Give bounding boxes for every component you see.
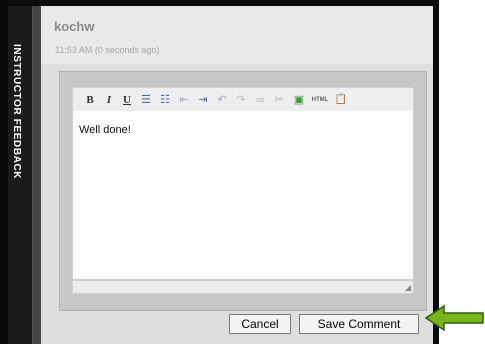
comment-author: kochw: [54, 19, 95, 34]
insert-image-icon[interactable]: ▣: [292, 92, 306, 108]
instructor-feedback-tab[interactable]: INSTRUCTOR FEEDBACK: [8, 6, 33, 344]
frame-right-border: [433, 0, 439, 344]
html-source-icon[interactable]: HTML: [311, 92, 329, 108]
pointer-arrow-icon: [424, 304, 484, 332]
save-comment-button[interactable]: Save Comment: [299, 314, 419, 334]
indent-icon[interactable]: ⇥: [196, 92, 210, 108]
italic-icon[interactable]: I: [102, 92, 116, 108]
undo-icon[interactable]: ↶: [215, 92, 229, 108]
comment-header: kochw 11:53 AM (0 seconds ago): [41, 6, 433, 64]
comment-body-text: Well done!: [79, 124, 131, 136]
bullet-list-icon[interactable]: ☰: [139, 92, 153, 108]
underline-icon[interactable]: U: [120, 92, 134, 108]
comment-text-area[interactable]: Well done!: [72, 111, 414, 280]
rich-text-editor: B I U ☰ ☷ ⇤ ⇥ ↶ ↷ ∞ ✂ ▣ HTML 📋 Well done…: [59, 71, 427, 311]
resize-grip-icon[interactable]: ◢: [405, 284, 411, 292]
bold-icon[interactable]: B: [83, 92, 97, 108]
editor-statusbar: ◢: [72, 280, 414, 294]
outdent-icon[interactable]: ⇤: [177, 92, 191, 108]
numbered-list-icon[interactable]: ☷: [158, 92, 172, 108]
comment-panel: kochw 11:53 AM (0 seconds ago) B I U ☰ ☷…: [41, 6, 433, 344]
editor-toolbar: B I U ☰ ☷ ⇤ ⇥ ↶ ↷ ∞ ✂ ▣ HTML 📋: [72, 87, 414, 113]
link-icon[interactable]: ∞: [253, 92, 267, 108]
panel-gutter: [33, 6, 41, 344]
instructor-feedback-label: INSTRUCTOR FEEDBACK: [11, 44, 22, 180]
redo-icon[interactable]: ↷: [234, 92, 248, 108]
comment-timestamp: 11:53 AM (0 seconds ago): [55, 45, 160, 55]
frame-left-border: [0, 0, 8, 344]
paste-icon[interactable]: 📋: [334, 92, 348, 108]
unlink-icon[interactable]: ✂: [272, 92, 286, 108]
pointer-arrow-shape: [424, 304, 484, 332]
cancel-button[interactable]: Cancel: [229, 314, 291, 334]
